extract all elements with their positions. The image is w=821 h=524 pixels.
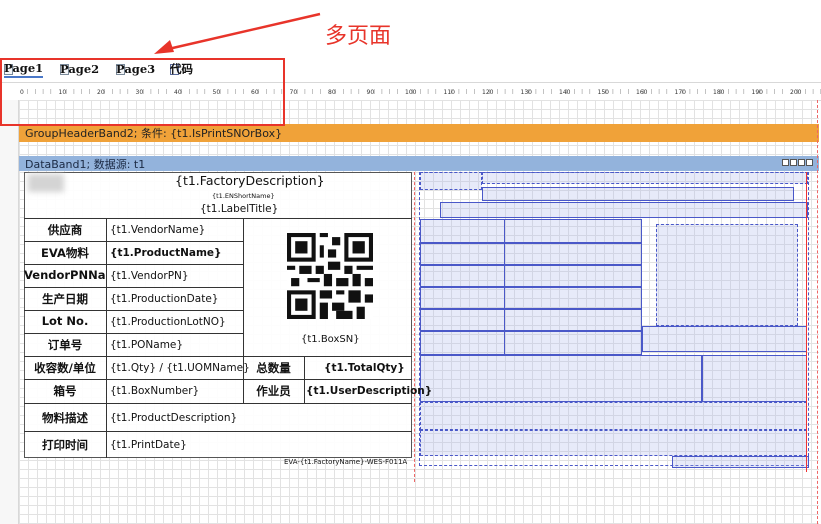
data-band-label: DataBand1; 数据源: t1 — [25, 157, 146, 171]
field-box[interactable] — [420, 219, 642, 243]
ruler-label: 110 — [444, 89, 456, 96]
ruler-label: 170 — [675, 89, 687, 96]
tab-label: Page2 — [60, 62, 100, 76]
field-box[interactable] — [420, 355, 702, 402]
annotation-arrow-icon — [154, 12, 321, 54]
ruler-label: 90 — [367, 89, 375, 96]
field-box[interactable] — [482, 187, 794, 201]
ruler-label: 160 — [636, 89, 648, 96]
qr-code-icon[interactable] — [287, 233, 373, 319]
ruler-label: 40 — [174, 89, 182, 96]
band-tool-icon[interactable] — [782, 159, 789, 166]
data-band[interactable]: DataBand1; 数据源: t1 — [19, 156, 819, 171]
field-box[interactable] — [420, 243, 642, 265]
field-box[interactable] — [420, 430, 807, 456]
page-edge-line — [817, 100, 819, 524]
field-box[interactable] — [702, 355, 807, 402]
field-box[interactable] — [672, 456, 809, 468]
lot-no-label: Lot No. — [41, 314, 89, 328]
lot-no-value[interactable]: {t1.ProductionLotNO} — [110, 316, 226, 328]
field-box[interactable] — [420, 265, 642, 287]
band-tool-icon[interactable] — [790, 159, 797, 166]
box-sn-field[interactable]: {t1.BoxSN} — [301, 334, 360, 345]
eva-material-label: EVA物料 — [41, 246, 89, 260]
band-toolbar — [782, 159, 813, 166]
ruler-label: 120 — [482, 89, 494, 96]
product-name-value[interactable]: {t1.ProductName} — [110, 247, 222, 259]
tab-page2[interactable]: Page2 — [60, 60, 99, 78]
total-qty-value[interactable]: {t1.TotalQty} — [324, 362, 405, 374]
po-value[interactable]: {t1.POName} — [110, 339, 183, 351]
field-box[interactable] — [482, 172, 808, 184]
field-box[interactable] — [420, 402, 807, 430]
ruler-label: 180 — [713, 89, 725, 96]
tab-label: 代码 — [170, 62, 193, 76]
print-time-value[interactable]: {t1.PrintDate} — [110, 439, 187, 451]
qr-field-box[interactable] — [656, 224, 798, 326]
field-box[interactable] — [642, 326, 807, 352]
band-tool-icon[interactable] — [798, 159, 805, 166]
ruler-label: 0 — [20, 89, 24, 96]
production-date-value[interactable]: {t1.ProductionDate} — [110, 293, 218, 305]
ruler-label: 70 — [290, 89, 298, 96]
blurred-logo — [28, 174, 64, 192]
vendor-value[interactable]: {t1.VendorName} — [110, 224, 205, 236]
ruler-scale: 0 10 20 30 40 50 60 70 80 90 100 110 120 130 140 150 160… — [20, 89, 821, 96]
vendor-pn-value[interactable]: {t1.VendorPN} — [110, 270, 189, 282]
footer-field[interactable]: EVA-{t1.FactoryName}-WES-F011A — [284, 458, 407, 466]
operator-value[interactable]: {t1.UserDescription} — [306, 385, 432, 397]
ruler-label: 130 — [521, 89, 533, 96]
ruler-label: 60 — [251, 89, 259, 96]
print-time-label: 打印时间 — [42, 438, 88, 452]
tab-label: Page3 — [116, 62, 156, 76]
qty-unit-label: 收容数/单位 — [34, 361, 96, 375]
operator-label: 作业员 — [256, 384, 291, 398]
total-qty-label: 总数量 — [256, 361, 291, 375]
production-date-label: 生产日期 — [42, 292, 88, 306]
ruler-label: 200 — [790, 89, 802, 96]
field-box[interactable] — [440, 202, 808, 218]
column-line — [414, 172, 416, 482]
en-short-name-field[interactable]: {t1.ENShortName} — [212, 192, 275, 200]
product-description-label: 物料描述 — [42, 411, 88, 425]
tab-page3[interactable]: Page3 — [116, 60, 155, 78]
horizontal-ruler: 0 10 20 30 40 50 60 70 80 90 100 110 120 130 140 150 160… — [0, 82, 821, 101]
qty-unit-value[interactable]: {t1.Qty} / {t1.UOMName} — [110, 362, 250, 374]
vendor-label: 供应商 — [47, 223, 83, 237]
ruler-label: 150 — [598, 89, 610, 96]
po-label: 订单号 — [47, 338, 83, 352]
label-title-field[interactable]: {t1.LabelTitle} — [200, 203, 278, 215]
ruler-label: 140 — [559, 89, 571, 96]
ruler-label: 100 — [405, 89, 417, 96]
tab-page1[interactable]: Page1 — [4, 60, 44, 78]
field-box[interactable] — [420, 287, 642, 309]
tab-label: Page1 — [4, 61, 44, 78]
factory-description-field[interactable]: {t1.FactoryDescription} — [175, 173, 325, 188]
box-number-value[interactable]: {t1.BoxNumber} — [110, 385, 199, 397]
page-tabs: Page1 Page2 Page3 代码 — [0, 60, 821, 80]
ruler-label: 10 — [59, 89, 67, 96]
product-description-value[interactable]: {t1.ProductDescription} — [110, 412, 237, 424]
ruler-label: 50 — [213, 89, 221, 96]
group-header-band-label: GroupHeaderBand2; 条件: {t1.IsPrintSNOrBox… — [25, 127, 283, 140]
ruler-label: 20 — [97, 89, 105, 96]
vertical-ruler — [0, 100, 19, 524]
group-header-band[interactable]: GroupHeaderBand2; 条件: {t1.IsPrintSNOrBox… — [19, 124, 819, 142]
vendor-pn-label: VendorPNNa — [24, 268, 106, 282]
ruler-label: 80 — [328, 89, 336, 96]
box-number-label: 箱号 — [53, 384, 77, 398]
tab-code[interactable]: 代码 — [170, 60, 193, 78]
page-margin-line — [806, 172, 807, 472]
ruler-label: 30 — [136, 89, 144, 96]
field-box[interactable] — [420, 331, 642, 355]
ruler-label: 190 — [752, 89, 764, 96]
band-tool-icon[interactable] — [806, 159, 813, 166]
field-box[interactable] — [420, 172, 482, 190]
field-box[interactable] — [420, 309, 642, 331]
multi-page-annotation: 多页面 — [325, 24, 392, 49]
